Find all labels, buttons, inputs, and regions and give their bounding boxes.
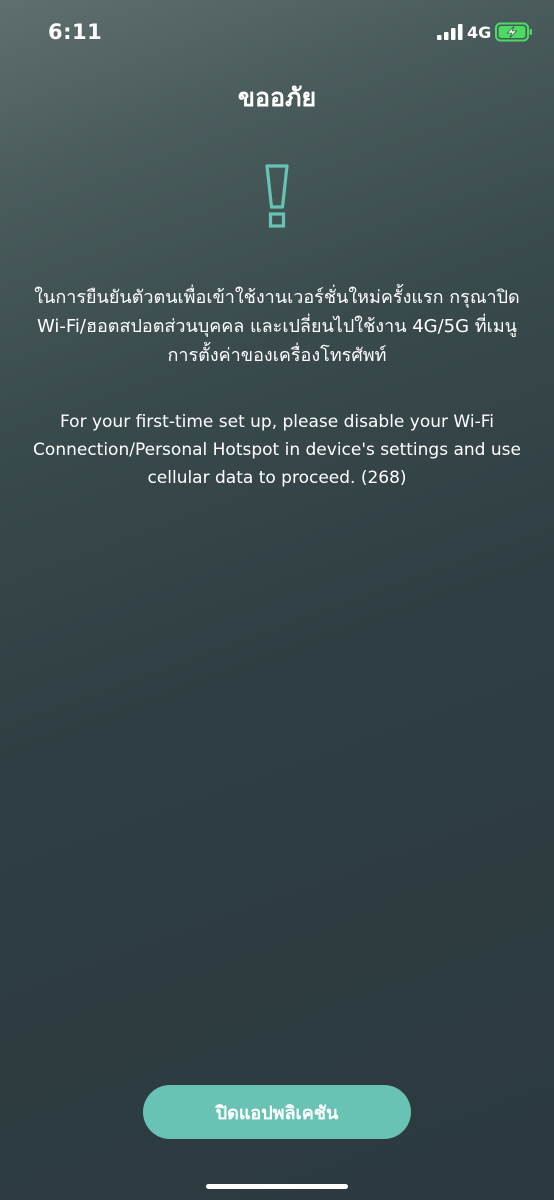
message-thai: ในการยืนยันตัวตนเพื่อเข้าใช้งานเวอร์ชั่น…	[34, 287, 520, 366]
close-app-button[interactable]: ปิดแอปพลิเคชัน	[143, 1085, 411, 1139]
cellular-signal-icon	[437, 24, 463, 40]
status-bar: 6:11 4G	[0, 0, 554, 66]
home-indicator[interactable]	[206, 1184, 348, 1189]
status-time: 6:11	[48, 20, 103, 44]
page-title: ขออภัย	[237, 83, 317, 112]
battery-charging-icon	[495, 22, 532, 42]
network-type-label: 4G	[467, 23, 492, 42]
message-english: For your first-time set up, please disab…	[33, 412, 521, 488]
exclamation-outline-icon	[265, 164, 289, 228]
screen: 6:11 4G ขออภัย ในการยืนยันตัวตนเพื่อเข้า…	[0, 0, 554, 1200]
